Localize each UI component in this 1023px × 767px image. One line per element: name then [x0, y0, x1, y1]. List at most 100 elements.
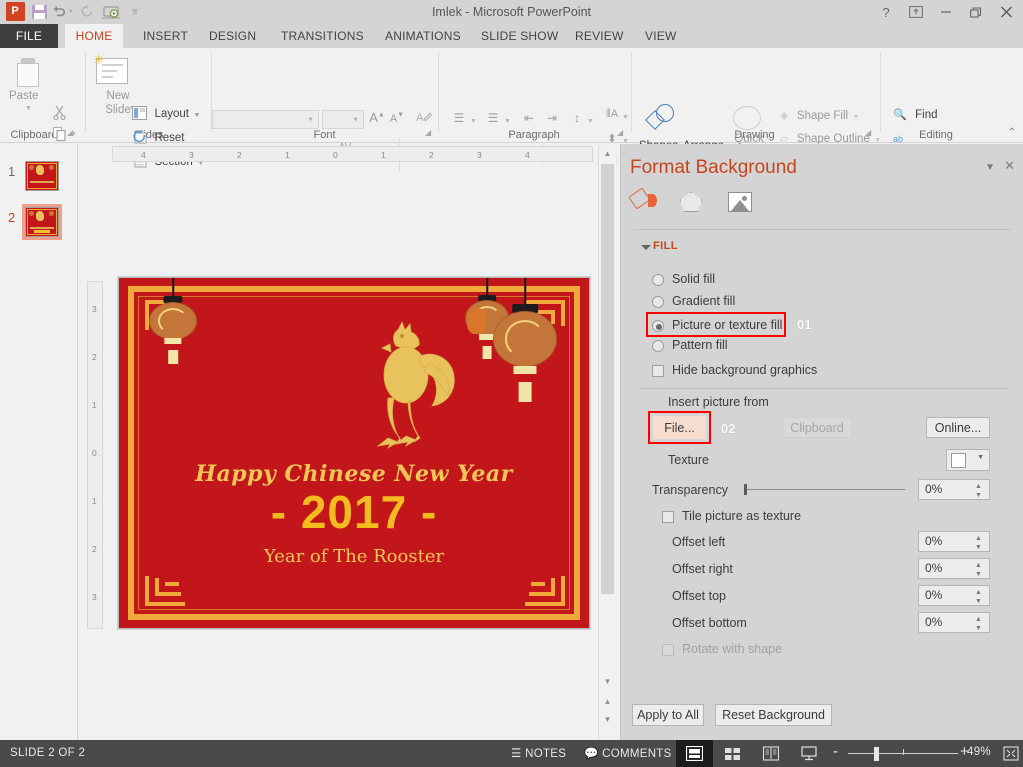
scroll-down-button[interactable]: ▼ — [599, 673, 616, 690]
paste-icon — [14, 58, 42, 88]
tab-view[interactable]: VIEW — [632, 24, 689, 48]
scroll-up-button[interactable]: ▲ — [599, 145, 616, 162]
zoom-slider-knob[interactable] — [874, 747, 879, 761]
numbering-icon: ☰ — [487, 111, 499, 125]
radio-pattern-fill[interactable] — [652, 340, 664, 352]
font-size-input[interactable]: ▼ — [322, 110, 364, 129]
chevron-down-icon: ▼ — [985, 162, 995, 173]
line-spacing-dropdown-arrow-icon[interactable]: ▼ — [587, 118, 594, 125]
tab-transitions[interactable]: TRANSITIONS — [268, 24, 377, 48]
offset-left-spinner[interactable]: 0% ▲ ▼ — [918, 531, 990, 552]
tab-file[interactable]: FILE — [0, 24, 58, 48]
minimize-button[interactable] — [931, 0, 961, 24]
pane-tab-effects[interactable] — [677, 188, 709, 216]
offset-top-spinner[interactable]: 0% ▲ ▼ — [918, 585, 990, 606]
restore-button[interactable] — [961, 0, 991, 24]
tab-home[interactable]: HOME — [65, 24, 123, 48]
decrease-font-size-button[interactable]: A▼ — [388, 110, 406, 125]
apply-to-all-button[interactable]: Apply to All — [632, 704, 704, 726]
numbering-button[interactable]: ☰ — [484, 111, 502, 125]
radio-gradient-fill[interactable] — [652, 296, 664, 308]
reset-background-button[interactable]: Reset Background — [715, 704, 832, 726]
horizontal-ruler[interactable]: 4 3 2 1 0 1 2 3 4 — [112, 146, 593, 162]
find-button[interactable]: 🔍 Find — [893, 105, 938, 123]
text-direction-dropdown-arrow-icon[interactable]: ▼ — [622, 114, 629, 121]
scrollbar-thumb[interactable] — [601, 164, 614, 594]
cut-button[interactable] — [52, 104, 68, 121]
collapse-triangle-icon[interactable] — [641, 245, 651, 250]
transparency-label: Transparency — [652, 483, 728, 497]
tab-animations[interactable]: ANIMATIONS — [372, 24, 474, 48]
vertical-ruler[interactable]: 3 2 1 0 1 2 3 — [87, 281, 103, 629]
replace-icon: ab — [893, 134, 904, 144]
slide-canvas[interactable]: Happy Chinese New Year - 2017 - Year of … — [118, 277, 590, 629]
thumbnail-number: 1 — [8, 164, 16, 179]
pane-options-button[interactable]: ▼ — [985, 162, 995, 173]
notes-button[interactable]: ☰ NOTES — [511, 746, 566, 760]
reset-button[interactable]: Reset — [132, 128, 185, 146]
paste-dropdown-arrow-icon[interactable]: ▼ — [25, 105, 32, 112]
pane-close-button[interactable]: ✕ — [1004, 158, 1015, 174]
text-direction-button[interactable]: ⦀A — [602, 108, 622, 121]
bullets-dropdown-arrow-icon[interactable]: ▼ — [470, 118, 477, 125]
checkbox-hide-background-graphics[interactable] — [652, 365, 664, 377]
close-button[interactable] — [991, 0, 1021, 24]
increase-font-size-button[interactable]: A▲ — [368, 110, 386, 125]
comments-label: COMMENTS — [602, 748, 672, 760]
fit-slide-to-window-button[interactable] — [998, 740, 1023, 767]
notes-label: NOTES — [525, 748, 567, 760]
zoom-out-button[interactable]: - — [833, 743, 838, 760]
comments-button[interactable]: 💬 COMMENTS — [584, 746, 672, 760]
previous-slide-button[interactable]: ▲ — [599, 693, 616, 710]
tab-insert[interactable]: INSERT — [130, 24, 201, 48]
tab-review[interactable]: REVIEW — [562, 24, 637, 48]
transparency-slider-knob[interactable] — [744, 484, 747, 495]
scrollbar-track[interactable] — [599, 162, 616, 685]
online-button[interactable]: Online... — [926, 417, 990, 438]
view-slide-sorter-button[interactable] — [714, 740, 751, 767]
view-slideshow-button[interactable] — [790, 740, 827, 767]
numbering-dropdown-arrow-icon[interactable]: ▼ — [504, 118, 511, 125]
decrease-indent-button[interactable]: ⇤ — [520, 111, 538, 125]
clear-formatting-button[interactable]: A — [414, 110, 434, 128]
help-button[interactable]: ? — [871, 0, 901, 24]
thumbnail-frame-selected[interactable] — [22, 204, 62, 240]
collapse-ribbon-button[interactable]: ⌃ — [1008, 127, 1016, 138]
copy-dropdown-arrow-icon[interactable]: ▼ — [70, 131, 77, 138]
next-slide-button[interactable]: ▼ — [599, 711, 616, 728]
offset-right-spinner[interactable]: 0% ▲ ▼ — [918, 558, 990, 579]
zoom-level-label[interactable]: 49% — [967, 746, 991, 758]
reset-label: Reset — [154, 132, 185, 144]
radio-solid-fill[interactable] — [652, 274, 664, 286]
copy-button[interactable] — [52, 126, 68, 142]
paste-label[interactable]: Paste — [9, 90, 38, 102]
font-dialog-launcher[interactable]: ◢ — [425, 128, 434, 137]
pane-tab-picture[interactable] — [725, 188, 757, 216]
align-text-button[interactable]: ⬍ — [602, 132, 622, 145]
increase-indent-button[interactable]: ⇥ — [543, 111, 561, 125]
thumbnail-slide-1[interactable]: 1 — [0, 154, 78, 200]
ruler-tick: 0 — [92, 448, 97, 458]
offset-bottom-spinner[interactable]: 0% ▲ ▼ — [918, 612, 990, 633]
fill-section-header[interactable]: FILL — [653, 240, 678, 252]
ribbon-display-options-button[interactable] — [901, 0, 931, 24]
layout-button[interactable]: Layout ▼ — [132, 104, 200, 122]
line-spacing-button[interactable]: ↕ — [568, 111, 586, 125]
bullets-button[interactable]: ☰ — [450, 111, 468, 125]
editor-vertical-scrollbar[interactable]: ▲ ▼ ▲ ▼ — [598, 145, 616, 740]
view-reading-button[interactable] — [752, 740, 789, 767]
tab-design[interactable]: DESIGN — [196, 24, 269, 48]
texture-picker-button[interactable]: ▼ — [946, 449, 990, 471]
shape-fill-button[interactable]: ◈ Shape Fill ▼ — [780, 106, 859, 124]
slide-subtitle: Year of The Rooster — [263, 546, 445, 567]
view-normal-button[interactable] — [676, 740, 713, 767]
thumbnail-slide-2[interactable]: 2 — [0, 200, 78, 246]
font-name-input[interactable]: ▼ — [212, 110, 319, 129]
transparency-slider-track[interactable] — [745, 489, 905, 490]
checkbox-tile-picture[interactable] — [662, 511, 674, 523]
pane-tab-fill[interactable] — [628, 187, 661, 216]
transparency-spinner[interactable]: 0% ▲ ▼ — [918, 479, 990, 500]
tab-slide-show[interactable]: SLIDE SHOW — [468, 24, 571, 48]
shape-fill-icon: ◈ — [780, 110, 789, 122]
thumbnail-frame[interactable] — [22, 158, 62, 194]
